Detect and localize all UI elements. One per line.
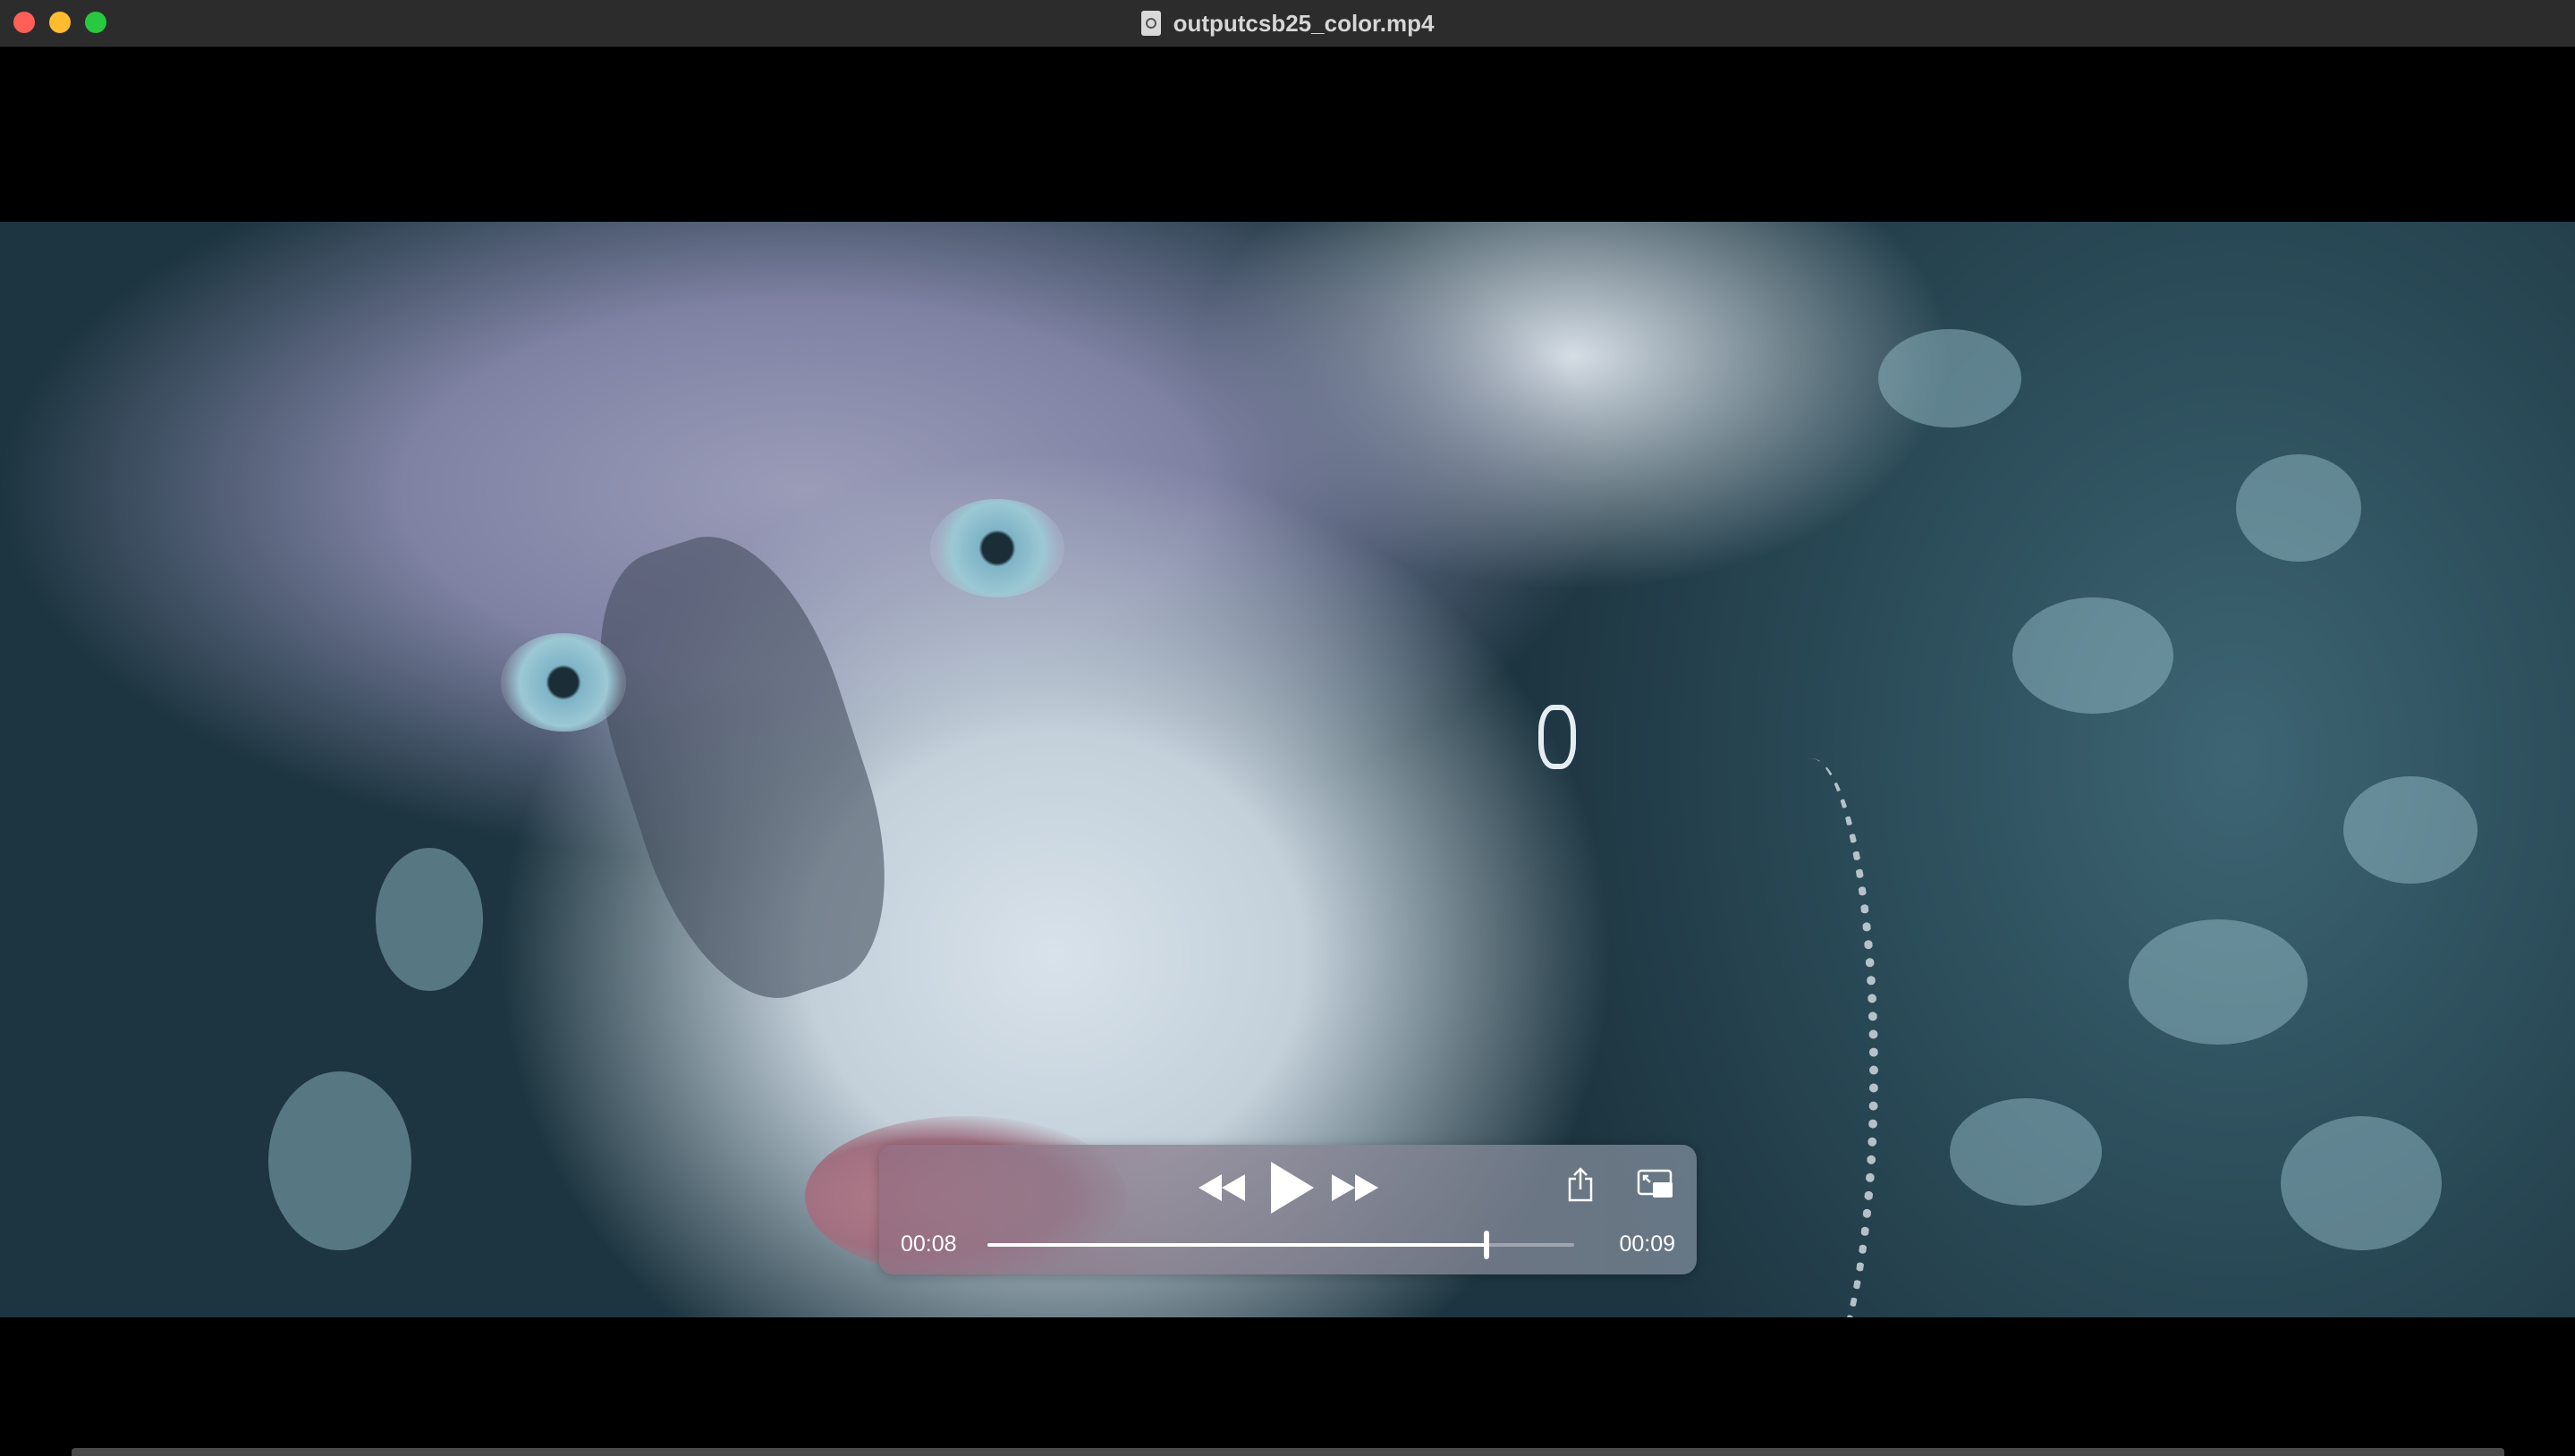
fast-forward-icon	[1332, 1174, 1378, 1201]
video-area[interactable]: 00:08 00:09	[0, 47, 2575, 1451]
timeline-scrubber[interactable]	[987, 1231, 1574, 1259]
rewind-button[interactable]	[1199, 1170, 1245, 1206]
timeline-handle[interactable]	[1483, 1231, 1489, 1259]
window-titlebar: outputcsb25_color.mp4	[0, 0, 2575, 47]
elapsed-time: 00:08	[901, 1232, 957, 1257]
window-bottom-edge	[72, 1448, 2504, 1456]
play-icon	[1271, 1162, 1314, 1214]
remaining-time: 00:09	[1619, 1232, 1675, 1257]
share-icon	[1568, 1167, 1593, 1202]
fast-forward-button[interactable]	[1332, 1170, 1378, 1206]
timeline-progress	[987, 1243, 1487, 1247]
window-title: outputcsb25_color.mp4	[1173, 9, 1435, 37]
playback-controls: 00:08 00:09	[879, 1145, 1697, 1274]
picture-in-picture-button[interactable]	[1636, 1166, 1675, 1202]
rewind-icon	[1199, 1174, 1245, 1201]
play-button[interactable]	[1265, 1160, 1318, 1215]
share-button[interactable]	[1563, 1164, 1598, 1204]
picture-in-picture-icon	[1637, 1169, 1673, 1198]
window-title-group: outputcsb25_color.mp4	[0, 0, 2575, 47]
document-icon	[1140, 11, 1161, 36]
